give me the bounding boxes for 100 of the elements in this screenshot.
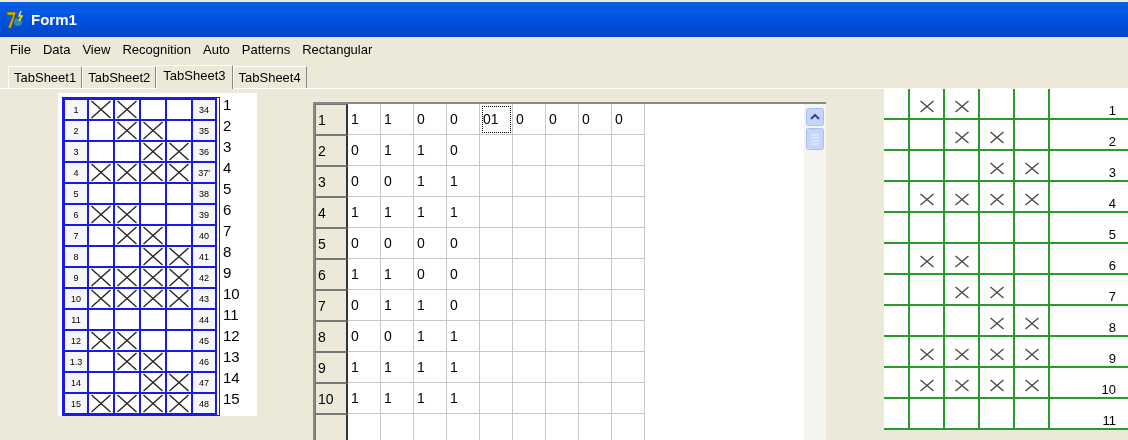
table-cell[interactable]: 0 [446, 104, 480, 135]
table-cell[interactable]: 0 [380, 166, 414, 197]
table-cell[interactable]: 1 [380, 383, 414, 414]
table-cell[interactable]: 1 [380, 197, 414, 228]
tab[interactable]: TabSheet2 [82, 66, 157, 88]
table-cell[interactable]: 0 [578, 104, 612, 135]
empty-cell[interactable] [512, 166, 546, 197]
table-cell[interactable]: 1 [413, 321, 447, 352]
empty-cell[interactable] [578, 197, 612, 228]
table-cell[interactable]: 0 [347, 135, 381, 166]
empty-cell[interactable] [545, 352, 579, 383]
table-cell[interactable]: 1 [413, 383, 447, 414]
empty-cell[interactable] [479, 290, 513, 321]
empty-cell[interactable] [512, 321, 546, 352]
table-cell[interactable]: 0 [446, 135, 480, 166]
table-cell[interactable]: 0 [347, 321, 381, 352]
table-cell[interactable]: 1 [446, 166, 480, 197]
empty-cell[interactable] [545, 290, 579, 321]
table-cell[interactable]: 1 [413, 290, 447, 321]
scroll-thumb[interactable] [806, 128, 825, 150]
empty-cell[interactable] [545, 228, 579, 259]
empty-cell[interactable] [545, 166, 579, 197]
empty-cell[interactable] [479, 166, 513, 197]
table-cell[interactable]: 0 [347, 290, 381, 321]
menu-item[interactable]: Rectangular [296, 41, 379, 57]
scrollbar[interactable] [804, 104, 827, 440]
menu-item[interactable]: Patterns [235, 41, 297, 57]
table-cell[interactable]: 1 [347, 259, 381, 290]
empty-cell[interactable] [545, 383, 579, 414]
empty-cell[interactable] [578, 135, 612, 166]
empty-cell[interactable] [479, 259, 513, 290]
empty-cell[interactable] [578, 321, 612, 352]
empty-cell[interactable] [479, 135, 513, 166]
table-cell[interactable]: 1 [413, 352, 447, 383]
menu-item[interactable]: File [4, 41, 37, 57]
table-cell[interactable]: 0 [512, 104, 546, 135]
empty-cell[interactable] [611, 383, 645, 414]
table-cell[interactable]: 0 [611, 104, 645, 135]
table-cell[interactable]: 0 [413, 228, 447, 259]
table-cell[interactable]: 1 [413, 197, 447, 228]
table-cell[interactable]: 1 [446, 383, 480, 414]
table-cell[interactable]: 1 [446, 197, 480, 228]
menu-item[interactable]: Auto [197, 41, 236, 57]
empty-cell[interactable] [545, 259, 579, 290]
menu-item[interactable]: Recognition [116, 41, 198, 57]
menu-item[interactable]: Data [36, 41, 77, 57]
empty-cell[interactable] [479, 197, 513, 228]
table-cell[interactable]: 1 [380, 290, 414, 321]
empty-cell[interactable] [611, 135, 645, 166]
empty-cell[interactable] [611, 290, 645, 321]
empty-cell[interactable] [611, 197, 645, 228]
empty-cell[interactable] [512, 228, 546, 259]
table-cell[interactable]: 1 [413, 166, 447, 197]
empty-cell[interactable] [512, 135, 546, 166]
table-cell[interactable]: 1 [446, 352, 480, 383]
empty-cell[interactable] [578, 166, 612, 197]
table-cell[interactable]: 0 [413, 259, 447, 290]
empty-cell[interactable] [479, 228, 513, 259]
tab[interactable]: TabSheet4 [232, 66, 307, 88]
empty-cell[interactable] [611, 228, 645, 259]
table-cell[interactable]: 0 [446, 259, 480, 290]
empty-cell[interactable] [611, 321, 645, 352]
table-cell[interactable]: 0 [413, 104, 447, 135]
empty-cell[interactable] [512, 259, 546, 290]
empty-cell[interactable] [545, 197, 579, 228]
empty-cell[interactable] [578, 228, 612, 259]
table-cell[interactable]: 1 [347, 383, 381, 414]
table-cell[interactable]: 01 [479, 104, 513, 135]
table-cell[interactable]: 0 [446, 228, 480, 259]
table-cell[interactable]: 0 [347, 166, 381, 197]
table-cell[interactable]: 1 [380, 352, 414, 383]
empty-cell[interactable] [545, 135, 579, 166]
empty-cell[interactable] [512, 290, 546, 321]
table-cell[interactable]: 0 [545, 104, 579, 135]
table-cell[interactable]: 1 [347, 197, 381, 228]
table-cell[interactable]: 1 [413, 135, 447, 166]
tab[interactable]: TabSheet1 [8, 66, 83, 88]
empty-cell[interactable] [545, 321, 579, 352]
menu-item[interactable]: View [76, 41, 117, 57]
table-cell[interactable]: 1 [347, 104, 381, 135]
scroll-up-button[interactable] [806, 108, 825, 126]
table-cell[interactable]: 1 [380, 259, 414, 290]
table-cell[interactable]: 1 [380, 104, 414, 135]
table-cell[interactable]: 0 [380, 228, 414, 259]
empty-cell[interactable] [512, 352, 546, 383]
tab[interactable]: TabSheet3 [156, 65, 233, 89]
empty-cell[interactable] [578, 259, 612, 290]
empty-cell[interactable] [578, 290, 612, 321]
table-cell[interactable]: 0 [347, 228, 381, 259]
empty-cell[interactable] [578, 352, 612, 383]
table-cell[interactable]: 0 [380, 321, 414, 352]
empty-cell[interactable] [479, 352, 513, 383]
empty-cell[interactable] [611, 352, 645, 383]
empty-cell[interactable] [611, 166, 645, 197]
empty-cell[interactable] [512, 383, 546, 414]
table-cell[interactable]: 1 [347, 352, 381, 383]
table-cell[interactable]: 0 [446, 290, 480, 321]
empty-cell[interactable] [578, 383, 612, 414]
empty-cell[interactable] [611, 259, 645, 290]
empty-cell[interactable] [479, 321, 513, 352]
